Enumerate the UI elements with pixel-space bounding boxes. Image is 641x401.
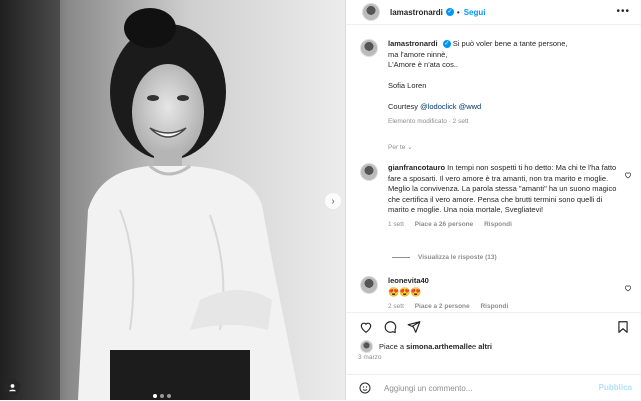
share-icon[interactable] xyxy=(407,320,421,334)
heart-icon[interactable] xyxy=(624,284,632,292)
comment-username[interactable]: leonevita40 xyxy=(388,276,429,285)
next-image-button[interactable]: › xyxy=(325,193,341,209)
comment-likes[interactable]: Piace a 26 persone xyxy=(415,221,474,228)
likes-prefix: Piace a xyxy=(379,342,405,351)
mention-link[interactable]: @lodoclick xyxy=(420,102,456,111)
comment-time: 1 sett xyxy=(388,220,404,228)
caption-username[interactable]: lamastronardi xyxy=(388,39,438,48)
comment-input[interactable] xyxy=(382,379,596,397)
comment-likes[interactable]: Piace a 2 persone xyxy=(415,303,470,310)
post-date[interactable]: 3 marzo xyxy=(358,354,381,361)
author-username[interactable]: lamastronardi xyxy=(390,8,443,17)
chevron-right-icon: › xyxy=(331,195,335,207)
comment-body: gianfrancotauro In tempi non sospetti ti… xyxy=(388,163,618,230)
comment-icon[interactable] xyxy=(383,320,397,334)
likes-suffix: e xyxy=(471,342,477,351)
divider xyxy=(392,257,410,258)
carousel-dot xyxy=(160,394,164,398)
likes-summary: Piace a simona.arthemalle e altri xyxy=(360,340,492,353)
post-header: lamastronardi ✓ • Segui ••• xyxy=(346,0,641,25)
caption-body: lamastronardi ✓ Si può voler bene a tant… xyxy=(388,39,618,127)
view-replies-label: Visualizza le risposte (13) xyxy=(418,254,497,261)
comment-meta: 1 sett Piace a 26 persone Rispondi xyxy=(388,220,618,231)
avatar[interactable] xyxy=(360,163,378,181)
action-bar xyxy=(346,312,641,339)
post-dialog: › lamastronardi ✓ • Segui ••• lamastrona… xyxy=(0,0,641,400)
comment-username[interactable]: gianfrancotauro xyxy=(388,163,445,172)
translation-label: Per te xyxy=(388,144,406,151)
comment-body: leonevita40 😍😍😍 2 sett Piace a 2 persone… xyxy=(388,276,618,310)
emoji-row: 😍😍😍 xyxy=(388,286,422,297)
verified-badge-icon: ✓ xyxy=(445,8,454,16)
reply-button[interactable]: Rispondi xyxy=(480,303,508,310)
caption-edited: Elemento modificato · 2 sett xyxy=(388,117,469,125)
bookmark-icon[interactable] xyxy=(616,320,630,334)
likes-others-link[interactable]: altri xyxy=(478,342,492,351)
user-icon xyxy=(8,383,16,391)
mention-link[interactable]: @wwd xyxy=(459,102,482,111)
heart-icon[interactable] xyxy=(624,171,632,179)
post-image[interactable]: › xyxy=(0,0,345,400)
avatar[interactable] xyxy=(360,340,373,353)
liker-username[interactable]: simona.arthemalle xyxy=(406,342,472,351)
avatar[interactable] xyxy=(360,276,378,294)
carousel-dot xyxy=(167,394,171,398)
publish-button[interactable]: Pubblica xyxy=(599,383,632,392)
emoji-icon[interactable] xyxy=(359,382,371,394)
avatar[interactable] xyxy=(360,39,378,57)
chevron-down-icon: ⌄ xyxy=(407,144,413,151)
more-options-icon[interactable]: ••• xyxy=(616,6,630,17)
tagged-people-button[interactable] xyxy=(4,379,20,395)
like-heart-icon[interactable] xyxy=(359,320,373,334)
post-sidebar: lamastronardi ✓ • Segui ••• lamastronard… xyxy=(345,0,641,400)
comments-list[interactable]: lamastronardi ✓ Si può voler bene a tant… xyxy=(346,25,641,310)
comment-composer: Pubblica xyxy=(346,374,641,401)
separator: • xyxy=(456,7,460,17)
caption-text: Si può voler bene a tante persone, ma l'… xyxy=(388,39,568,111)
comment-meta: 2 sett Piace a 2 persone Rispondi xyxy=(388,302,618,311)
carousel-dot xyxy=(153,394,157,398)
carousel-indicators xyxy=(153,394,171,398)
portrait-photo xyxy=(0,0,345,400)
verified-badge-icon: ✓ xyxy=(442,40,451,49)
avatar[interactable] xyxy=(362,3,380,21)
reply-button[interactable]: Rispondi xyxy=(484,221,512,228)
follow-button[interactable]: Segui xyxy=(464,8,486,17)
comment-time: 2 sett xyxy=(388,302,404,310)
translation-toggle[interactable]: Per te ⌄ xyxy=(388,143,413,151)
view-replies-button[interactable]: Visualizza le risposte (13) xyxy=(392,254,497,261)
